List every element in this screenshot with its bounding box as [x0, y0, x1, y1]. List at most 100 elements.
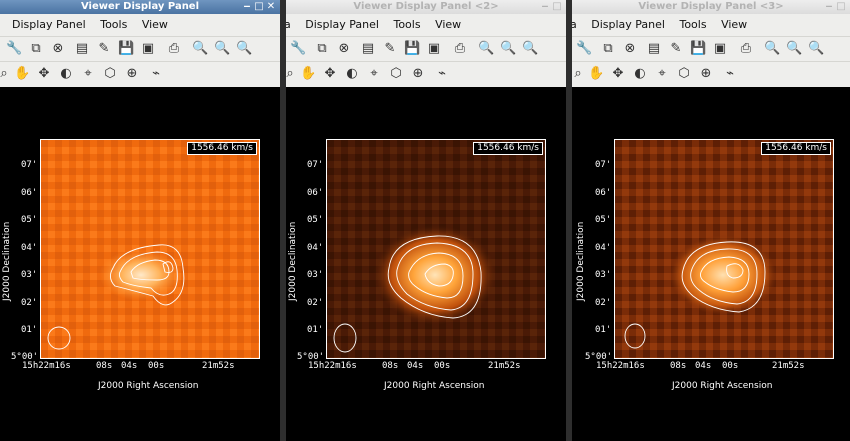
polygon-icon[interactable]: ⬡ [388, 66, 404, 82]
image-frame: 1556.46 km/s [614, 139, 834, 359]
toolbar-main: 🔧 ⧉ ⊗ ▤ ✎ 💾 ▣ ⎙ 🔍 🔍 🔍 [0, 36, 280, 61]
contrast-icon[interactable]: ◐ [58, 66, 74, 82]
menu-view[interactable]: View [435, 15, 461, 35]
zoom-out-icon[interactable]: 🔍 [808, 41, 824, 57]
y-tick: 04' [595, 243, 612, 253]
minimize-icon[interactable]: ‒ [241, 0, 253, 14]
x-tick: 15h22m16s [308, 361, 357, 371]
polyline-icon[interactable]: ⌁ [722, 66, 738, 82]
regions-icon[interactable]: ✎ [96, 41, 112, 57]
region-icon[interactable]: ⌖ [80, 66, 96, 82]
move-icon[interactable]: ✥ [322, 66, 338, 82]
x-tick: 08s [670, 361, 687, 371]
crosshair-icon[interactable]: ⊕ [124, 66, 140, 82]
pan-hand-icon[interactable]: ✋ [300, 66, 316, 82]
print-icon[interactable]: ⎙ [166, 41, 182, 57]
image-canvas[interactable]: 1556.46 km/s 07' 06' 05' 04' 03' 02' 01'… [286, 87, 566, 441]
menu-display-panel[interactable]: Display Panel [591, 15, 665, 35]
wrench-icon[interactable]: 🔧 [6, 41, 22, 57]
contrast-icon[interactable]: ◐ [344, 66, 360, 82]
menu-display-panel[interactable]: Display Panel [305, 15, 379, 35]
save-icon[interactable]: 💾 [404, 41, 420, 57]
move-icon[interactable]: ✥ [610, 66, 626, 82]
zoom-in-icon[interactable]: 🔍 [786, 41, 802, 57]
wrench-icon[interactable]: 🔧 [576, 41, 592, 57]
zoom-in-icon[interactable]: 🔍 [214, 41, 230, 57]
save-icon[interactable]: 💾 [118, 41, 134, 57]
close-data-icon[interactable]: ⊗ [336, 41, 352, 57]
zoom-icon[interactable]: 🔍 [764, 41, 780, 57]
menu-view[interactable]: View [142, 15, 168, 35]
close-data-icon[interactable]: ⊗ [50, 41, 66, 57]
regions-icon[interactable]: ✎ [382, 41, 398, 57]
maximize-icon[interactable]: □ [835, 0, 847, 14]
zoom-tool-icon[interactable]: ⌕ [0, 66, 12, 82]
maximize-icon[interactable]: □ [551, 0, 563, 14]
options-icon[interactable]: ▤ [74, 41, 90, 57]
copy-icon[interactable]: ⧉ [314, 41, 330, 57]
save-icon[interactable]: 💾 [690, 41, 706, 57]
zoom-icon[interactable]: 🔍 [192, 41, 208, 57]
y-tick: 06' [21, 188, 38, 198]
y-tick: 07' [21, 160, 38, 170]
menu-data[interactable]: a [572, 15, 577, 35]
y-tick: 02' [21, 298, 38, 308]
toolbar-main: 🔧 ⧉ ⊗ ▤ ✎ 💾 ▣ ⎙ 🔍 🔍 🔍 [572, 36, 850, 61]
contrast-icon[interactable]: ◐ [632, 66, 648, 82]
regions-icon[interactable]: ✎ [668, 41, 684, 57]
velocity-label: 1556.46 km/s [473, 142, 543, 155]
zoom-tool-icon[interactable]: ⌕ [572, 66, 586, 82]
polyline-icon[interactable]: ⌁ [148, 66, 164, 82]
export-icon[interactable]: ▣ [140, 41, 156, 57]
image-canvas[interactable]: 1556.46 km/s 07' 06' 05' 04' 03' 02' 01'… [572, 87, 850, 441]
export-icon[interactable]: ▣ [426, 41, 442, 57]
wrench-icon[interactable]: 🔧 [290, 41, 306, 57]
minimize-icon[interactable]: ‒ [823, 0, 835, 14]
zoom-tool-icon[interactable]: ⌕ [286, 66, 298, 82]
image-raster [615, 140, 833, 358]
window-titlebar[interactable]: Viewer Display Panel <3> ‒ □ [572, 0, 850, 14]
velocity-label: 1556.46 km/s [761, 142, 831, 155]
x-tick: 21m52s [202, 361, 235, 371]
polyline-icon[interactable]: ⌁ [434, 66, 450, 82]
print-icon[interactable]: ⎙ [738, 41, 754, 57]
menu-tools[interactable]: Tools [100, 15, 127, 35]
pan-hand-icon[interactable]: ✋ [14, 66, 30, 82]
region-icon[interactable]: ⌖ [654, 66, 670, 82]
menu-display-panel[interactable]: Display Panel [12, 15, 86, 35]
crosshair-icon[interactable]: ⊕ [698, 66, 714, 82]
print-icon[interactable]: ⎙ [452, 41, 468, 57]
menu-view[interactable]: View [721, 15, 747, 35]
close-icon[interactable]: ✕ [265, 0, 277, 14]
window-titlebar[interactable]: Viewer Display Panel ‒ □ ✕ [0, 0, 280, 14]
zoom-icon[interactable]: 🔍 [478, 41, 494, 57]
menu-tools[interactable]: Tools [393, 15, 420, 35]
y-tick: 07' [307, 160, 324, 170]
move-icon[interactable]: ✥ [36, 66, 52, 82]
minimize-icon[interactable]: ‒ [539, 0, 551, 14]
export-icon[interactable]: ▣ [712, 41, 728, 57]
close-data-icon[interactable]: ⊗ [622, 41, 638, 57]
copy-icon[interactable]: ⧉ [28, 41, 44, 57]
region-icon[interactable]: ⌖ [366, 66, 382, 82]
x-axis-label: J2000 Right Ascension [672, 381, 773, 391]
options-icon[interactable]: ▤ [360, 41, 376, 57]
image-canvas[interactable]: 1556.46 km/s 07' 06' 05' 04' 03' 02' 01'… [0, 87, 280, 441]
menu-data[interactable]: a [286, 15, 291, 35]
copy-icon[interactable]: ⧉ [600, 41, 616, 57]
y-tick: 07' [595, 160, 612, 170]
window-title: Viewer Display Panel <3> [638, 1, 784, 12]
polygon-icon[interactable]: ⬡ [676, 66, 692, 82]
window-titlebar[interactable]: Viewer Display Panel <2> ‒ □ [286, 0, 566, 14]
zoom-out-icon[interactable]: 🔍 [236, 41, 252, 57]
pan-hand-icon[interactable]: ✋ [588, 66, 604, 82]
x-tick: 08s [382, 361, 399, 371]
zoom-in-icon[interactable]: 🔍 [500, 41, 516, 57]
y-tick: 05' [595, 215, 612, 225]
polygon-icon[interactable]: ⬡ [102, 66, 118, 82]
menu-tools[interactable]: Tools [679, 15, 706, 35]
maximize-icon[interactable]: □ [253, 0, 265, 14]
zoom-out-icon[interactable]: 🔍 [522, 41, 538, 57]
crosshair-icon[interactable]: ⊕ [410, 66, 426, 82]
options-icon[interactable]: ▤ [646, 41, 662, 57]
